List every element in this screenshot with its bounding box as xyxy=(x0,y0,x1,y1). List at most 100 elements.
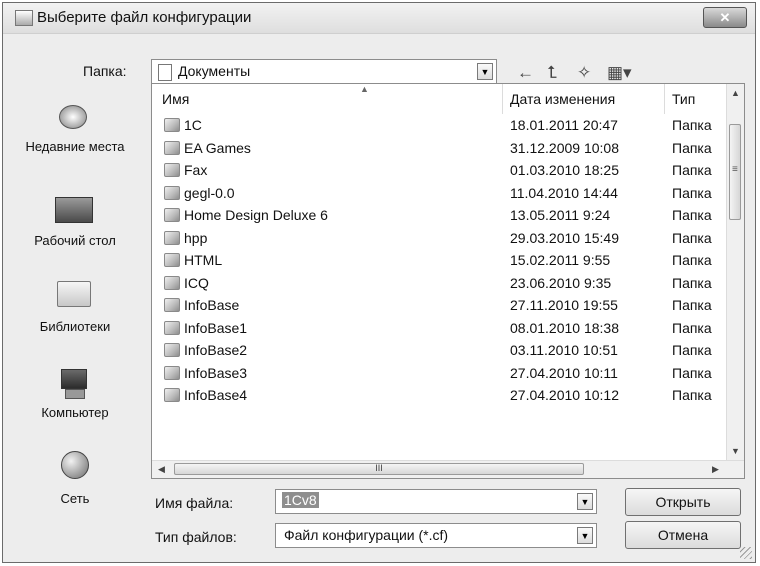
file-date-cell: 13.05.2011 9:24 xyxy=(510,207,611,223)
table-row[interactable]: ICQ 23.06.2010 9:35 Папка xyxy=(152,273,728,295)
table-row[interactable]: HTML 15.02.2011 9:55 Папка xyxy=(152,250,728,272)
table-row[interactable]: gegl-0.0 11.04.2010 14:44 Папка xyxy=(152,183,728,205)
vertical-scrollbar[interactable]: ▲ ≡ ▼ xyxy=(726,84,744,460)
close-button[interactable]: ✕ xyxy=(703,7,747,28)
file-date-cell: 23.06.2010 9:35 xyxy=(510,274,612,291)
folder-icon xyxy=(164,118,180,132)
horizontal-scroll-thumb[interactable]: III xyxy=(174,463,584,475)
folder-label: Папка: xyxy=(83,63,127,79)
file-list[interactable]: Имя ▲ Дата изменения Тип 1C 18.01.2011 20… xyxy=(151,83,745,479)
file-type-cell: Папка xyxy=(672,139,712,156)
file-type-cell: Папка xyxy=(672,364,712,381)
file-date-cell: 18.01.2011 20:47 xyxy=(510,117,618,133)
folder-icon xyxy=(164,298,180,312)
chevron-down-icon[interactable]: ▼ xyxy=(577,493,593,510)
table-row[interactable]: hpp 29.03.2010 15:49 Папка xyxy=(152,228,728,250)
column-divider[interactable] xyxy=(664,84,665,114)
file-name-input[interactable]: 1Cv8 ▼ xyxy=(275,489,597,514)
folder-icon xyxy=(164,140,180,155)
window-title: Выберите файл конфигурации xyxy=(37,9,252,26)
folder-icon xyxy=(164,230,180,245)
dialog-icon xyxy=(15,10,33,26)
scroll-down-icon[interactable]: ▼ xyxy=(731,446,740,456)
file-type-value: Файл конфигурации (*.cf) xyxy=(284,527,449,543)
column-divider[interactable] xyxy=(502,84,503,114)
file-date-cell: 29.03.2010 15:49 xyxy=(510,229,619,246)
title-bar: Выберите файл конфигурации ✕ xyxy=(3,3,755,34)
file-name-value: 1Cv8 xyxy=(282,492,319,508)
chevron-down-icon[interactable]: ▼ xyxy=(477,63,493,80)
column-header-name[interactable]: Имя xyxy=(162,84,502,114)
file-type-cell: Папка xyxy=(672,184,712,201)
file-type-cell: Папка xyxy=(672,229,712,246)
places-bar: Недавние места Рабочий стол Библиотеки К… xyxy=(5,99,145,519)
cancel-button[interactable]: Отмена xyxy=(625,521,741,549)
table-row[interactable]: InfoBase1 08.01.2010 18:38 Папка xyxy=(152,318,728,340)
network-icon xyxy=(53,451,93,485)
folder-icon xyxy=(164,320,180,335)
table-row[interactable]: InfoBase2 03.11.2010 10:51 Папка xyxy=(152,340,728,362)
file-type-select[interactable]: Файл конфигурации (*.cf) ▼ xyxy=(275,523,597,548)
grip-icon: ≡ xyxy=(732,164,738,175)
file-name-cell: InfoBase4 xyxy=(184,387,248,403)
file-name-label: Имя файла: xyxy=(155,495,234,511)
place-label: Рабочий стол xyxy=(34,233,116,248)
table-row[interactable]: EA Games 31.12.2009 10:08 Папка xyxy=(152,138,728,160)
file-date-cell: 15.02.2011 9:55 xyxy=(510,252,611,268)
new-folder-icon[interactable]: ✧ xyxy=(577,63,591,83)
open-file-dialog: Выберите файл конфигурации ✕ Папка: Доку… xyxy=(2,2,756,563)
place-label: Компьютер xyxy=(41,405,109,420)
file-type-cell: Папка xyxy=(672,207,712,223)
file-date-cell: 01.03.2010 18:25 xyxy=(510,162,619,178)
file-type-cell: Папка xyxy=(672,342,712,358)
views-menu-icon[interactable]: ▦▾ xyxy=(607,63,632,83)
folder-icon xyxy=(164,253,180,267)
table-row[interactable]: InfoBase4 27.04.2010 10:12 Папка xyxy=(152,385,728,407)
file-date-cell: 08.01.2010 18:38 xyxy=(510,319,619,336)
file-date-cell: 31.12.2009 10:08 xyxy=(510,139,619,156)
table-row[interactable]: InfoBase3 27.04.2010 10:11 Папка xyxy=(152,363,728,385)
file-name-cell: EA Games xyxy=(184,139,251,156)
file-type-label: Тип файлов: xyxy=(155,529,237,545)
file-name-cell: InfoBase1 xyxy=(184,319,248,336)
horizontal-scrollbar[interactable]: ◀ III ▶ xyxy=(152,460,744,478)
document-icon xyxy=(158,64,172,81)
file-name-cell: Fax xyxy=(184,162,208,178)
table-row[interactable]: 1C 18.01.2011 20:47 Папка xyxy=(152,115,728,137)
place-label: Сеть xyxy=(60,491,90,506)
file-type-cell: Папка xyxy=(672,297,712,313)
file-date-cell: 27.04.2010 10:12 xyxy=(510,387,619,403)
place-label: Недавние места xyxy=(25,139,125,154)
table-row[interactable]: InfoBase 27.11.2010 19:55 Папка xyxy=(152,295,728,317)
file-name-cell: InfoBase2 xyxy=(184,342,248,358)
folder-select[interactable]: Документы ▼ xyxy=(151,59,497,84)
file-type-cell: Папка xyxy=(672,319,712,336)
scroll-right-icon[interactable]: ▶ xyxy=(712,464,719,475)
file-name-cell: InfoBase3 xyxy=(184,364,248,381)
file-type-cell: Папка xyxy=(672,274,712,291)
file-name-cell: gegl-0.0 xyxy=(184,184,235,201)
recent-places-icon xyxy=(53,99,93,133)
folder-icon xyxy=(164,275,180,290)
scroll-up-icon[interactable]: ▲ xyxy=(731,88,740,98)
up-folder-icon[interactable]: ⮤ xyxy=(547,63,557,83)
table-row[interactable]: Fax 01.03.2010 18:25 Папка xyxy=(152,160,728,182)
back-icon[interactable]: ← xyxy=(517,63,534,83)
open-button[interactable]: Открыть xyxy=(625,488,741,516)
scroll-left-icon[interactable]: ◀ xyxy=(158,464,165,475)
file-type-cell: Папка xyxy=(672,387,712,403)
file-type-cell: Папка xyxy=(672,162,712,178)
resize-grip[interactable] xyxy=(740,547,752,559)
folder-icon xyxy=(164,185,180,200)
column-header-type[interactable]: Тип xyxy=(672,84,728,114)
file-date-cell: 11.04.2010 14:44 xyxy=(510,184,618,201)
chevron-down-icon[interactable]: ▼ xyxy=(577,527,593,544)
column-header-date[interactable]: Дата изменения xyxy=(510,84,660,114)
folder-icon xyxy=(164,208,180,222)
file-date-cell: 27.04.2010 10:11 xyxy=(510,364,618,381)
file-date-cell: 27.11.2010 19:55 xyxy=(510,297,618,313)
folder-icon xyxy=(164,365,180,380)
table-row[interactable]: Home Design Deluxe 6 13.05.2011 9:24 Папка xyxy=(152,205,728,227)
folder-value: Документы xyxy=(178,63,251,79)
file-name-cell: InfoBase xyxy=(184,297,240,313)
